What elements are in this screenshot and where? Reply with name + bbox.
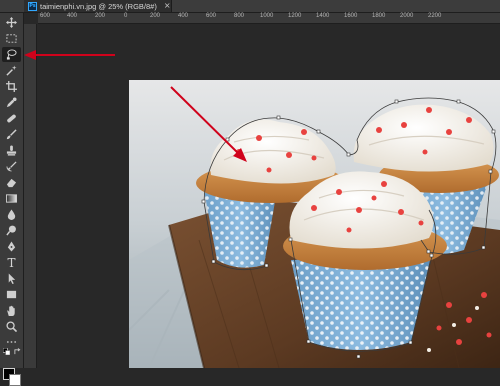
ruler-label: 2200 — [428, 13, 442, 19]
path-selection-tool[interactable] — [2, 271, 21, 286]
brush-tool[interactable] — [2, 127, 21, 142]
ruler-label: 2000 — [400, 13, 414, 19]
close-tab-icon[interactable]: × — [164, 0, 171, 12]
stamp-icon — [6, 145, 17, 156]
bandage-icon — [7, 114, 16, 123]
type-icon: T — [7, 255, 16, 270]
default-colors-button[interactable] — [2, 347, 10, 356]
magnetic-lasso-tool[interactable] — [2, 47, 21, 62]
magic-wand-icon — [6, 65, 17, 76]
photoshop-icon: Ps — [28, 1, 37, 11]
marquee-icon — [6, 34, 17, 43]
pen-icon — [7, 241, 16, 252]
dodge-tool[interactable] — [2, 223, 21, 238]
ruler-label: 200 — [95, 13, 106, 19]
pen-tool[interactable] — [2, 239, 21, 254]
horizontal-ruler[interactable]: 600 400 200 0 200 400 600 800 1000 1200 … — [38, 13, 500, 24]
annotation-arrow — [24, 50, 115, 60]
ruler-label: 1200 — [288, 13, 302, 19]
document-tab-title: taimienphi.vn.jpg @ 25% (RGB/8#) — [40, 1, 157, 11]
gradient-tool[interactable] — [2, 191, 21, 206]
document-tab-bar: Ps taimienphi.vn.jpg @ 25% (RGB/8#) × — [0, 0, 500, 13]
ruler-label: 400 — [178, 13, 189, 19]
ruler-label: 0 — [124, 13, 128, 19]
ruler-label: 200 — [150, 13, 161, 19]
ruler-label: 1600 — [344, 13, 358, 19]
gradient-icon — [6, 194, 17, 203]
crop-tool[interactable] — [2, 79, 21, 94]
blur-tool[interactable] — [2, 207, 21, 222]
cupcake-photo — [129, 80, 500, 368]
tools-panel: T — [0, 13, 24, 386]
move-icon — [6, 17, 17, 28]
magic-wand-tool[interactable] — [2, 63, 21, 78]
ellipsis-icon — [6, 341, 17, 343]
ruler-label: 600 — [40, 13, 51, 19]
magnetic-lasso-icon — [6, 49, 17, 60]
swap-colors-button[interactable] — [13, 347, 21, 356]
ruler-label: 1400 — [316, 13, 330, 19]
move-tool[interactable] — [2, 15, 21, 30]
eraser-icon — [6, 178, 17, 188]
eraser-tool[interactable] — [2, 175, 21, 190]
ruler-label: 1000 — [260, 13, 274, 19]
history-brush-tool[interactable] — [2, 159, 21, 174]
document-canvas[interactable] — [129, 80, 500, 368]
default-colors-icon — [2, 348, 10, 355]
more-tools-button[interactable] — [2, 337, 21, 347]
ruler-label: 600 — [206, 13, 217, 19]
zoom-icon — [6, 321, 17, 332]
dodge-icon — [6, 225, 16, 236]
document-tab[interactable]: Ps taimienphi.vn.jpg @ 25% (RGB/8#) × — [24, 0, 172, 12]
rectangle-tool[interactable] — [2, 287, 21, 302]
swap-icon — [13, 348, 20, 355]
spot-healing-brush-tool[interactable] — [2, 111, 21, 126]
vertical-ruler[interactable] — [24, 24, 37, 368]
arrow-icon — [8, 273, 16, 284]
ruler-label: 800 — [234, 13, 245, 19]
history-brush-icon — [6, 161, 17, 172]
eyedropper-tool[interactable] — [2, 95, 21, 110]
clone-stamp-tool[interactable] — [2, 143, 21, 158]
crop-icon — [6, 81, 17, 92]
zoom-tool[interactable] — [2, 319, 21, 334]
hand-tool[interactable] — [2, 303, 21, 318]
type-tool[interactable]: T — [2, 255, 21, 270]
hand-icon — [7, 305, 15, 316]
ruler-label: 1800 — [372, 13, 386, 19]
brush-icon — [6, 129, 17, 140]
rectangle-icon — [6, 290, 17, 299]
drop-icon — [7, 209, 16, 220]
rectangular-marquee-tool[interactable] — [2, 31, 21, 46]
background-color-swatch[interactable] — [9, 374, 21, 386]
ruler-label: 400 — [67, 13, 78, 19]
eyedropper-icon — [6, 97, 17, 108]
